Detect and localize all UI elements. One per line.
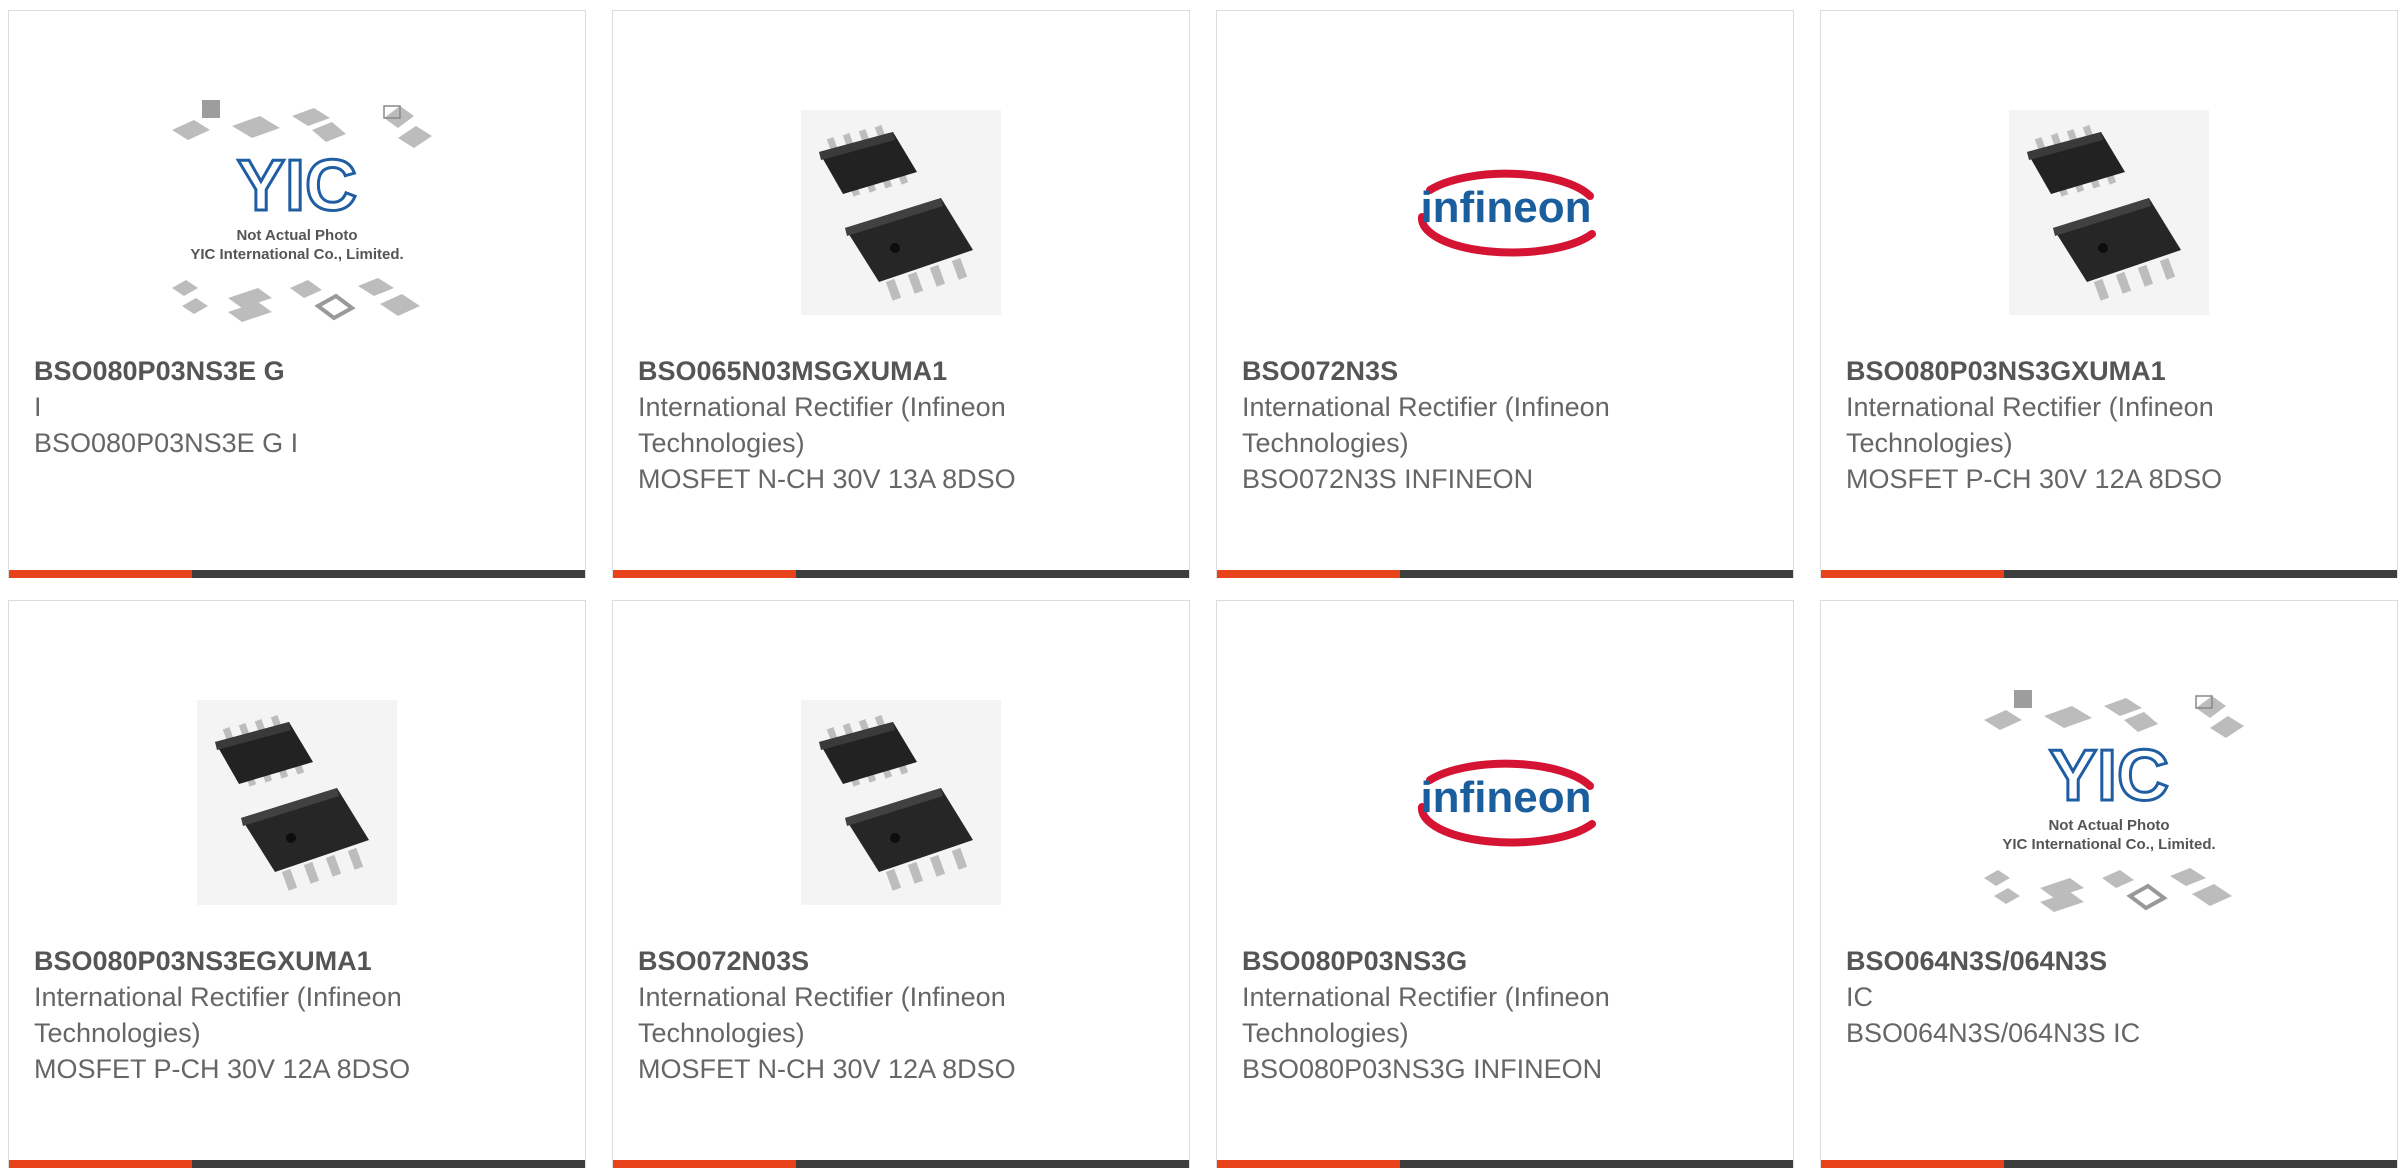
manufacturer: International Rectifier (Infineon Techno… [1242,392,1610,458]
card-bottom-bar [9,570,585,578]
product-info: BSO080P03NS3E G I BSO080P03NS3E G I [34,353,565,461]
product-info: BSO072N03S International Rectifier (Infin… [638,943,1169,1087]
product-card[interactable]: BSO080P03NS3EGXUMA1 International Rectifi… [8,600,586,1168]
card-accent-bar [1821,570,2004,578]
part-number-link[interactable]: BSO080P03NS3G [1242,943,1773,979]
part-number-link[interactable]: BSO080P03NS3EGXUMA1 [34,943,565,979]
description: MOSFET P-CH 30V 12A 8DSO [1846,464,2223,494]
card-accent-bar [613,570,796,578]
card-bottom-bar [1821,570,2397,578]
not-actual-photo-placeholder: YIC Not Actual Photo YIC International C… [1984,690,2244,912]
product-image[interactable]: YIC Not Actual Photo YIC International C… [9,69,585,355]
description: BSO064N3S/064N3S IC [1846,1018,2141,1048]
description: MOSFET P-CH 30V 12A 8DSO [34,1054,411,1084]
description: BSO072N3S INFINEON [1242,464,1534,494]
product-image[interactable] [613,659,1189,945]
product-image[interactable]: YIC Not Actual Photo YIC International C… [1821,659,2397,945]
product-info: BSO080P03NS3EGXUMA1 International Rectifi… [34,943,565,1087]
manufacturer: International Rectifier (Infineon Techno… [1242,982,1610,1048]
svg-text:YIC: YIC [237,146,357,226]
product-image[interactable] [9,659,585,945]
manufacturer: International Rectifier (Infineon Techno… [638,982,1006,1048]
manufacturer: IC [1846,982,1873,1012]
product-card[interactable]: YIC Not Actual Photo YIC International C… [8,10,586,578]
description: MOSFET N-CH 30V 12A 8DSO [638,1054,1016,1084]
product-info: BSO080P03NS3GXUMA1 International Rectifie… [1846,353,2377,497]
manufacturer: International Rectifier (Infineon Techno… [638,392,1006,458]
part-number-link[interactable]: BSO080P03NS3GXUMA1 [1846,353,2377,389]
card-bottom-bar [1217,570,1793,578]
not-actual-photo-placeholder: YIC Not Actual Photo YIC International C… [172,100,432,322]
svg-text:YIC International Co., Limited: YIC International Co., Limited. [2002,836,2215,853]
svg-text:Not Actual Photo: Not Actual Photo [236,227,357,244]
product-info: BSO072N3S International Rectifier (Infine… [1242,353,1773,497]
svg-text:infineon: infineon [1420,773,1591,822]
product-image[interactable] [613,69,1189,355]
product-info: BSO064N3S/064N3S IC BSO064N3S/064N3S IC [1846,943,2377,1051]
product-image[interactable] [1821,69,2397,355]
part-number-link[interactable]: BSO064N3S/064N3S [1846,943,2377,979]
product-image[interactable]: infineon [1217,69,1793,355]
product-card[interactable]: BSO072N03S International Rectifier (Infin… [612,600,1190,1168]
part-number-link[interactable]: BSO072N03S [638,943,1169,979]
product-info: BSO080P03NS3G International Rectifier (In… [1242,943,1773,1087]
product-image[interactable]: infineon [1217,659,1793,945]
product-card[interactable]: BSO065N03MSGXUMA1 International Rectifier… [612,10,1190,578]
card-accent-bar [1217,570,1400,578]
so8-chip-photo [2009,109,2209,315]
svg-text:YIC: YIC [2049,736,2169,816]
product-card[interactable]: infineon BSO080P03NS3G International Rect… [1216,600,1794,1168]
svg-text:Not Actual Photo: Not Actual Photo [2048,817,2169,834]
product-card[interactable]: infineon BSO072N3S International Rectifie… [1216,10,1794,578]
product-card[interactable]: BSO080P03NS3GXUMA1 International Rectifie… [1820,10,2398,578]
infineon-logo: infineon [1417,759,1596,847]
infineon-logo: infineon [1417,169,1596,257]
description: BSO080P03NS3G INFINEON [1242,1054,1603,1084]
part-number-link[interactable]: BSO072N3S [1242,353,1773,389]
card-bottom-bar [613,570,1189,578]
svg-text:infineon: infineon [1420,183,1591,232]
so8-chip-photo [801,699,1001,905]
manufacturer: International Rectifier (Infineon Techno… [34,982,402,1048]
so8-chip-photo [801,109,1001,315]
product-info: BSO065N03MSGXUMA1 International Rectifier… [638,353,1169,497]
card-accent-bar [9,570,192,578]
product-card[interactable]: YIC Not Actual Photo YIC International C… [1820,600,2398,1168]
part-number-link[interactable]: BSO080P03NS3E G [34,353,565,389]
manufacturer: International Rectifier (Infineon Techno… [1846,392,2214,458]
product-grid: YIC Not Actual Photo YIC International C… [8,10,2400,1168]
svg-text:YIC International Co., Limited: YIC International Co., Limited. [190,246,403,263]
so8-chip-photo [197,699,397,905]
part-number-link[interactable]: BSO065N03MSGXUMA1 [638,353,1169,389]
description: BSO080P03NS3E G I [34,428,299,458]
description: MOSFET N-CH 30V 13A 8DSO [638,464,1016,494]
manufacturer: I [34,392,42,422]
